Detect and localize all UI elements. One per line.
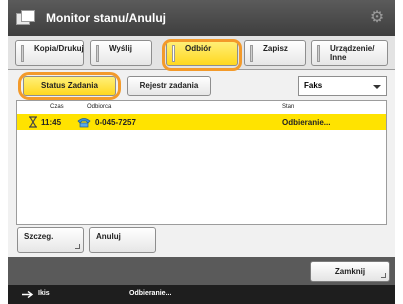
table-row[interactable]: 11:45 0-045-7257 Odbieranie... (17, 114, 386, 130)
tab-send[interactable]: Wyślij (90, 40, 152, 66)
hourglass-icon (29, 116, 37, 128)
job-log-button[interactable]: Rejestr zadania (127, 76, 211, 96)
monitor-screen: Monitor stanu/Anuluj ⚙ Kopia/Drukuj Wyśl… (8, 0, 395, 304)
header-status: Stan (282, 104, 295, 110)
status-bar: Ikis Odbieranie... (8, 285, 395, 304)
job-type-select[interactable]: Faks (298, 76, 387, 96)
status-monitor-icon (16, 10, 36, 26)
list-header: Czas Odbiorca Stan (17, 101, 386, 114)
arrow-icon (22, 291, 34, 298)
fax-icon (77, 118, 91, 128)
status-left-text: Ikis (38, 290, 50, 297)
close-label: Zamknij (334, 267, 366, 276)
title-bar: Monitor stanu/Anuluj ⚙ (8, 0, 395, 36)
selected-subtab-highlight (18, 72, 121, 100)
cancel-button[interactable]: Anuluj (89, 227, 156, 253)
tab-label: Zapisz (263, 44, 288, 53)
job-list: Czas Odbiorca Stan 11:45 0-045-7257 Odbi… (16, 100, 387, 225)
details-button[interactable]: Szczeg. (17, 227, 84, 253)
active-tab-highlight (162, 39, 242, 71)
job-type-value: Faks (304, 81, 323, 90)
window-title: Monitor stanu/Anuluj (46, 11, 166, 25)
gear-icon[interactable]: ⚙ (369, 10, 385, 26)
row-status: Odbieranie... (282, 118, 331, 127)
corner-mark-icon (75, 244, 80, 249)
header-time: Czas (50, 104, 64, 110)
row-sender: 0-045-7257 (95, 118, 136, 127)
chevron-down-icon (373, 85, 381, 89)
tab-store[interactable]: Zapisz (244, 40, 306, 66)
tab-label: Kopia/Drukuj (34, 44, 84, 53)
cancel-label: Anuluj (96, 232, 121, 241)
tab-device-other[interactable]: Urządzenie/ Inne (311, 40, 388, 66)
status-message: Odbieranie... (129, 290, 172, 297)
job-log-label: Rejestr zadania (139, 81, 199, 90)
details-label: Szczeg. (24, 232, 54, 241)
tab-label: Urządzenie/ Inne (330, 44, 375, 62)
header-sender: Odbiorca (87, 104, 112, 110)
tab-copy-print[interactable]: Kopia/Drukuj (15, 40, 84, 66)
row-time: 11:45 (41, 118, 62, 127)
tab-label: Wyślij (109, 44, 132, 53)
corner-mark-icon (381, 273, 386, 278)
close-button[interactable]: Zamknij (310, 261, 390, 282)
